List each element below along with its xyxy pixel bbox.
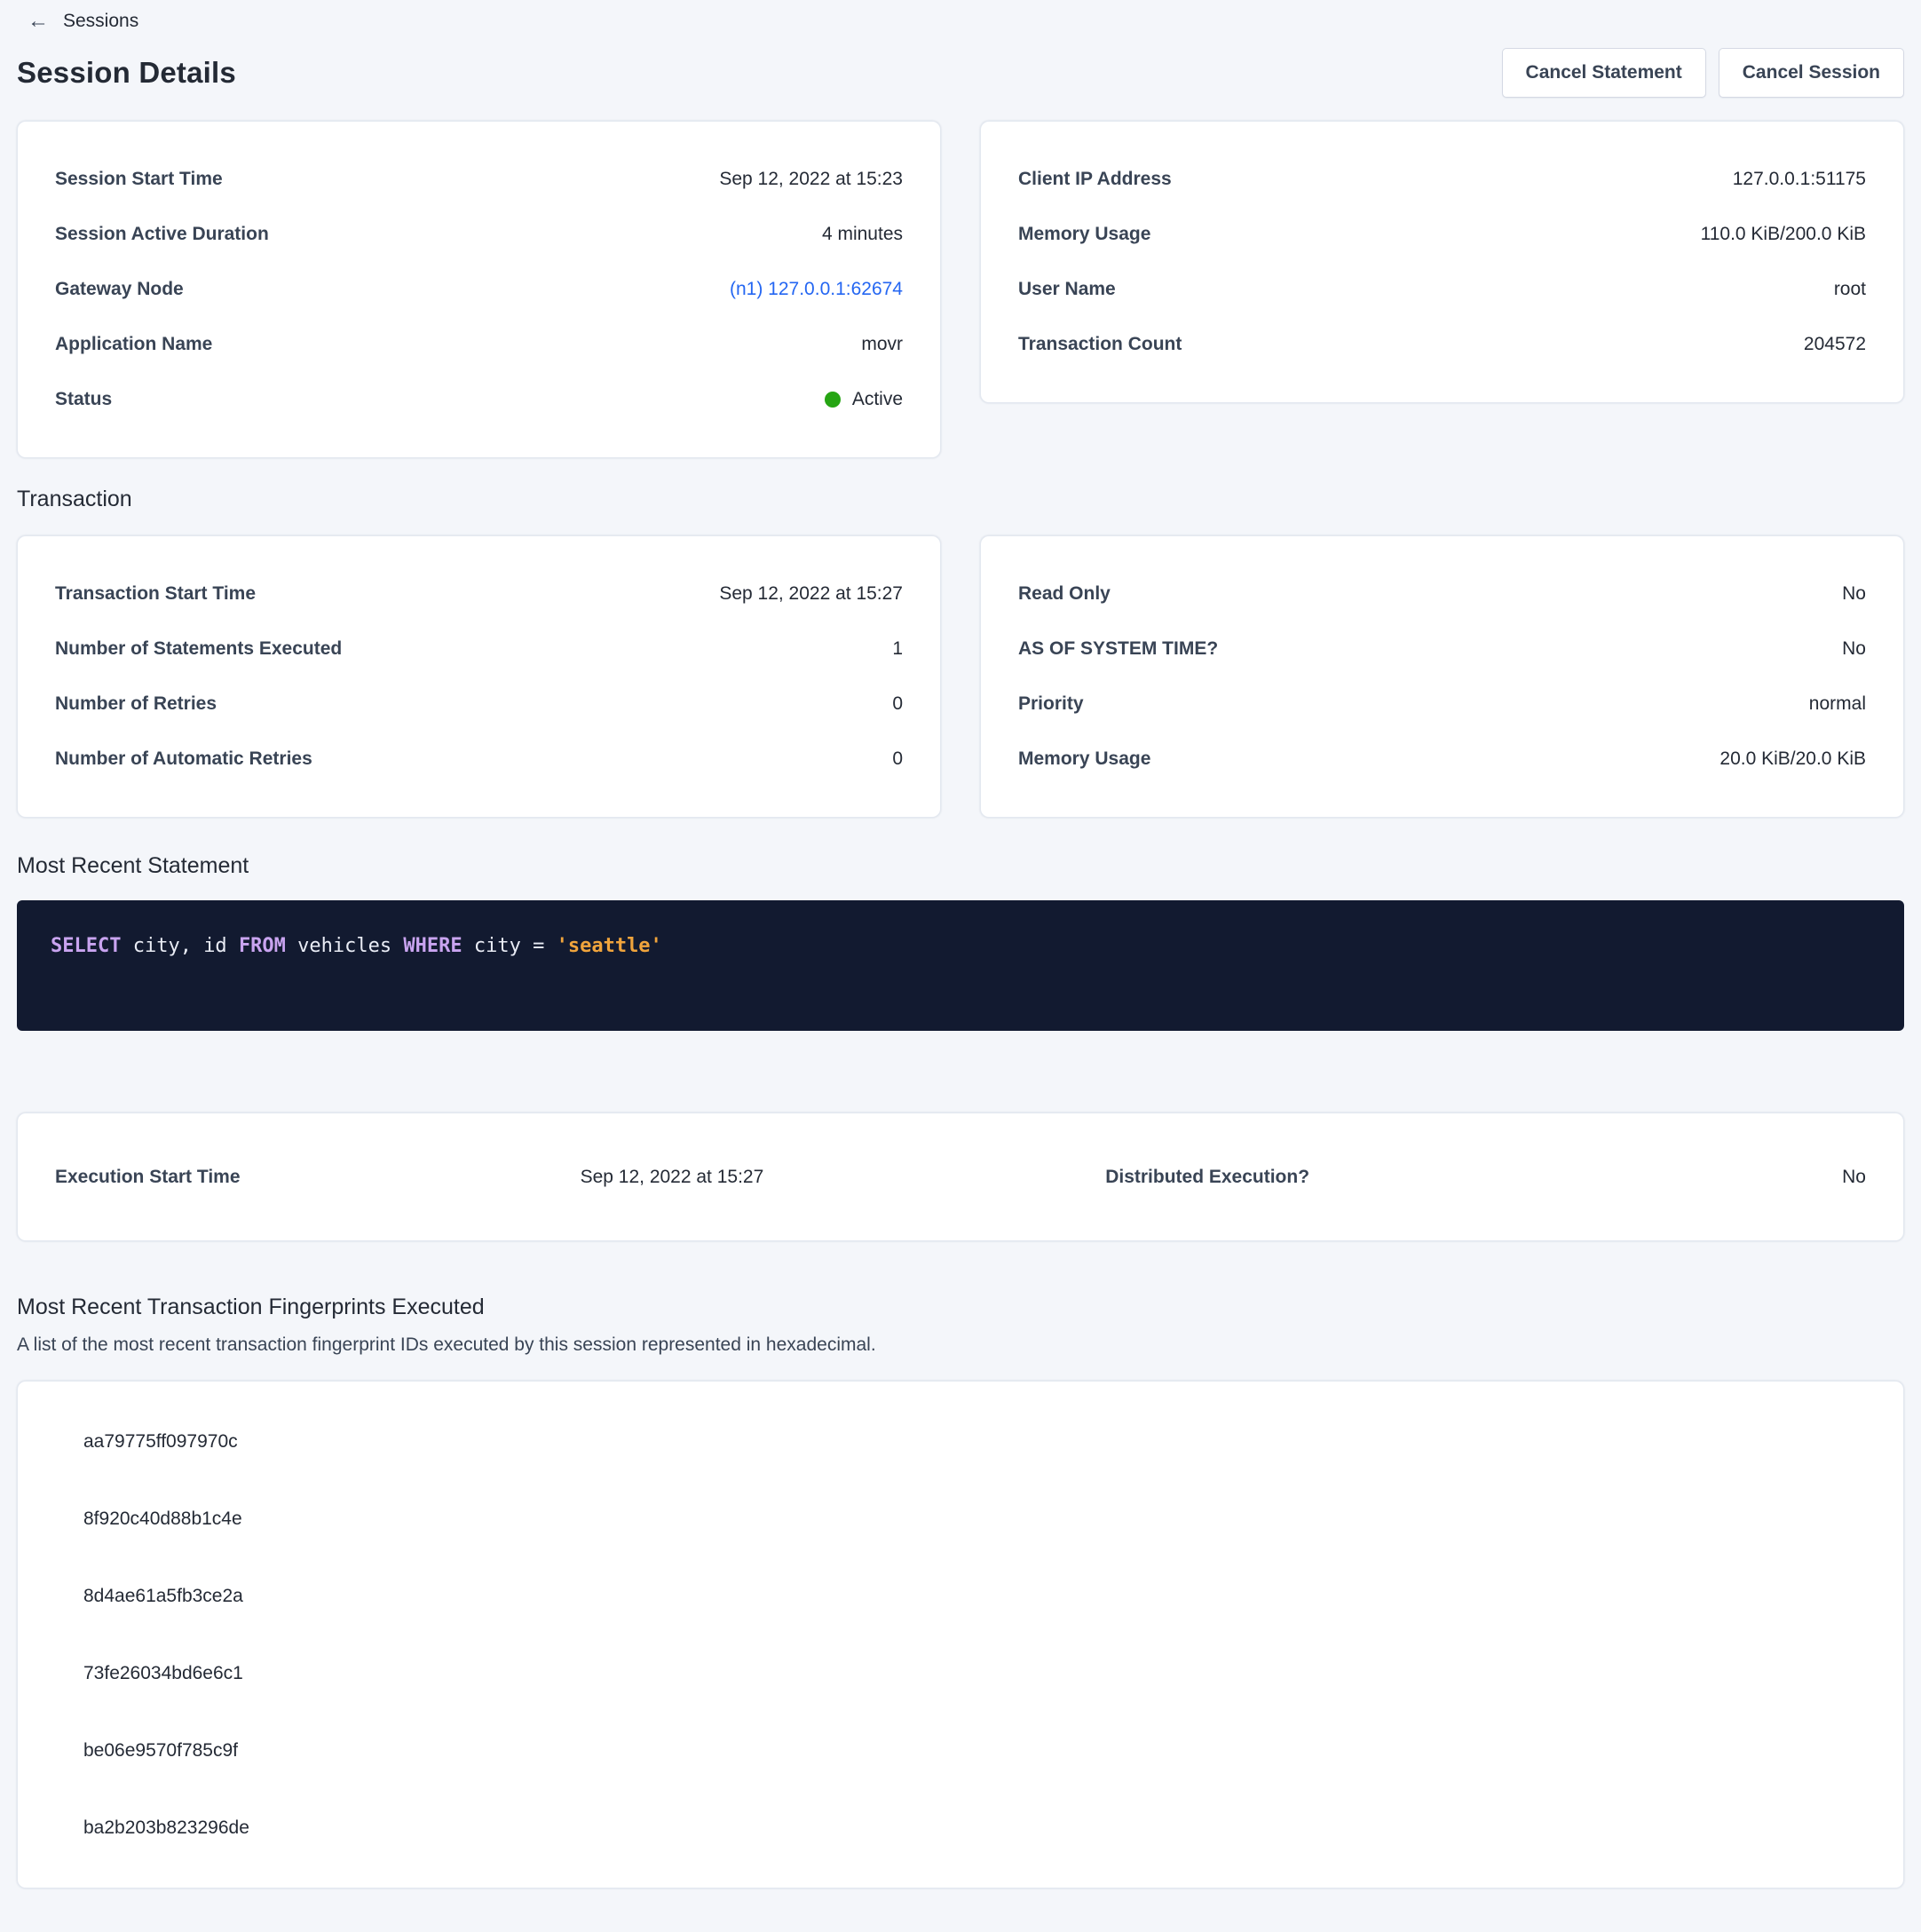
automatic-retries-value: 0 [892, 748, 903, 770]
as-of-system-time-label: AS OF SYSTEM TIME? [1018, 638, 1218, 660]
kv-row-automatic-retries: Number of Automatic Retries 0 [55, 732, 903, 787]
kv-row-statements-executed: Number of Statements Executed 1 [55, 622, 903, 677]
transaction-start-time-label: Transaction Start Time [55, 583, 256, 605]
priority-value: normal [1809, 693, 1866, 715]
fingerprints-section-title: Most Recent Transaction Fingerprints Exe… [17, 1295, 1904, 1320]
kv-row-priority: Priority normal [1018, 677, 1866, 732]
session-active-duration-value: 4 minutes [822, 224, 903, 245]
transaction-props-card: Read Only No AS OF SYSTEM TIME? No Prior… [980, 535, 1904, 818]
kv-row-transaction-start-time: Transaction Start Time Sep 12, 2022 at 1… [55, 566, 903, 622]
priority-label: Priority [1018, 693, 1084, 715]
fingerprint-id: 8d4ae61a5fb3ce2a [83, 1586, 243, 1607]
distributed-execution-value: No [1577, 1167, 1866, 1188]
gateway-node-link[interactable]: (n1) 127.0.0.1:62674 [730, 279, 903, 300]
fingerprint-id: 8f920c40d88b1c4e [83, 1508, 242, 1530]
kv-row-transaction-memory-usage: Memory Usage 20.0 KiB/20.0 KiB [1018, 732, 1866, 787]
sql-keyword-where: WHERE [403, 935, 473, 957]
kv-row-session-memory-usage: Memory Usage 110.0 KiB/200.0 KiB [1018, 207, 1866, 262]
status-value: Active [852, 389, 903, 410]
transaction-section-title: Transaction [17, 487, 1904, 512]
back-arrow-icon: ← [28, 11, 49, 32]
execution-card: Execution Start Time Sep 12, 2022 at 15:… [17, 1112, 1904, 1241]
header-actions: Cancel Statement Cancel Session [1502, 48, 1904, 98]
distributed-execution-label: Distributed Execution? [1105, 1167, 1576, 1188]
read-only-label: Read Only [1018, 583, 1111, 605]
transaction-stats-card: Transaction Start Time Sep 12, 2022 at 1… [17, 535, 941, 818]
transaction-cards: Transaction Start Time Sep 12, 2022 at 1… [17, 535, 1904, 818]
cancel-session-button[interactable]: Cancel Session [1719, 48, 1904, 98]
retries-label: Number of Retries [55, 693, 217, 715]
sql-keyword-select: SELECT [51, 935, 133, 957]
fingerprint-id: ba2b203b823296de [83, 1817, 249, 1839]
read-only-value: No [1842, 583, 1866, 605]
session-memory-usage-value: 110.0 KiB/200.0 KiB [1701, 224, 1866, 245]
sql-string-literal: 'seattle' [557, 935, 662, 957]
status-badge: Active [825, 389, 903, 410]
transaction-memory-usage-label: Memory Usage [1018, 748, 1150, 770]
page-header: Session Details Cancel Statement Cancel … [17, 48, 1904, 98]
statements-executed-label: Number of Statements Executed [55, 638, 342, 660]
application-name-value: movr [861, 334, 903, 355]
page-title: Session Details [17, 56, 236, 90]
most-recent-statement-title: Most Recent Statement [17, 853, 1904, 879]
kv-row-transaction-count: Transaction Count 204572 [1018, 317, 1866, 372]
client-ip-label: Client IP Address [1018, 169, 1172, 190]
transaction-start-time-value: Sep 12, 2022 at 15:27 [719, 583, 903, 605]
kv-row-session-start-time: Session Start Time Sep 12, 2022 at 15:23 [55, 152, 903, 207]
user-name-value: root [1834, 279, 1866, 300]
kv-row-status: Status Active [55, 372, 903, 427]
client-ip-value: 127.0.0.1:51175 [1733, 169, 1866, 190]
sql-columns: city, id [133, 935, 239, 957]
fingerprint-row: 8f920c40d88b1c4e [83, 1480, 1866, 1557]
fingerprint-row: aa79775ff097970c [83, 1403, 1866, 1480]
execution-start-time-value: Sep 12, 2022 at 15:27 [581, 1167, 1106, 1188]
session-details-page: ← Sessions Session Details Cancel Statem… [0, 0, 1921, 1913]
status-label: Status [55, 389, 112, 410]
transaction-count-label: Transaction Count [1018, 334, 1182, 355]
kv-row-user-name: User Name root [1018, 262, 1866, 317]
fingerprint-id: 73fe26034bd6e6c1 [83, 1663, 243, 1684]
client-info-card: Client IP Address 127.0.0.1:51175 Memory… [980, 121, 1904, 403]
kv-row-application-name: Application Name movr [55, 317, 903, 372]
as-of-system-time-value: No [1842, 638, 1866, 660]
sql-statement-box: SELECT city, id FROM vehicles WHERE city… [17, 900, 1904, 1031]
application-name-label: Application Name [55, 334, 212, 355]
user-name-label: User Name [1018, 279, 1116, 300]
sql-condition: city = [474, 935, 557, 957]
kv-row-gateway-node: Gateway Node (n1) 127.0.0.1:62674 [55, 262, 903, 317]
kv-row-read-only: Read Only No [1018, 566, 1866, 622]
kv-row-retries: Number of Retries 0 [55, 677, 903, 732]
breadcrumb-back-sessions[interactable]: ← Sessions [17, 7, 149, 36]
session-info-card: Session Start Time Sep 12, 2022 at 15:23… [17, 121, 941, 458]
fingerprints-description: A list of the most recent transaction fi… [17, 1334, 1904, 1356]
statements-executed-value: 1 [892, 638, 903, 660]
cancel-statement-button[interactable]: Cancel Statement [1502, 48, 1706, 98]
sql-keyword-from: FROM [239, 935, 297, 957]
session-memory-usage-label: Memory Usage [1018, 224, 1150, 245]
fingerprint-row: 73fe26034bd6e6c1 [83, 1635, 1866, 1712]
status-active-dot-icon [825, 392, 841, 408]
fingerprint-row: ba2b203b823296de [83, 1789, 1866, 1866]
session-active-duration-label: Session Active Duration [55, 224, 269, 245]
session-start-time-label: Session Start Time [55, 169, 223, 190]
fingerprint-row: 8d4ae61a5fb3ce2a [83, 1557, 1866, 1635]
fingerprint-id: aa79775ff097970c [83, 1431, 238, 1453]
fingerprints-card: aa79775ff097970c 8f920c40d88b1c4e 8d4ae6… [17, 1381, 1904, 1888]
retries-value: 0 [892, 693, 903, 715]
breadcrumb-label: Sessions [63, 11, 138, 32]
kv-row-as-of-system-time: AS OF SYSTEM TIME? No [1018, 622, 1866, 677]
transaction-count-value: 204572 [1804, 334, 1866, 355]
gateway-node-label: Gateway Node [55, 279, 184, 300]
kv-row-session-active-duration: Session Active Duration 4 minutes [55, 207, 903, 262]
execution-start-time-label: Execution Start Time [55, 1167, 581, 1188]
fingerprint-row: be06e9570f785c9f [83, 1712, 1866, 1789]
session-start-time-value: Sep 12, 2022 at 15:23 [719, 169, 903, 190]
automatic-retries-label: Number of Automatic Retries [55, 748, 312, 770]
fingerprint-id: be06e9570f785c9f [83, 1740, 238, 1762]
transaction-memory-usage-value: 20.0 KiB/20.0 KiB [1719, 748, 1866, 770]
sql-table: vehicles [297, 935, 403, 957]
kv-row-client-ip: Client IP Address 127.0.0.1:51175 [1018, 152, 1866, 207]
summary-cards: Session Start Time Sep 12, 2022 at 15:23… [17, 121, 1904, 458]
